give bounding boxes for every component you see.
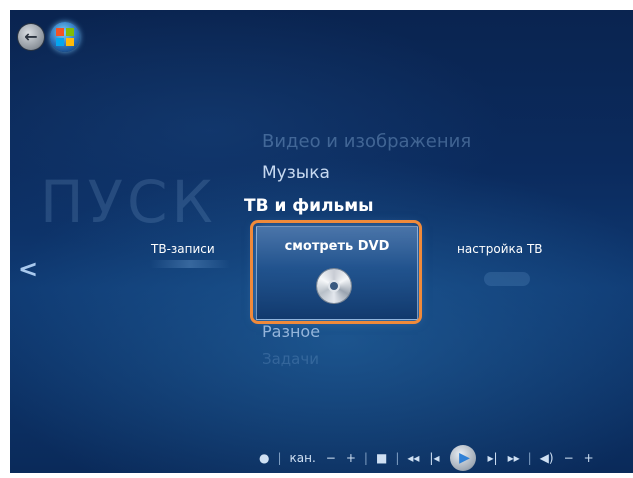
play-icon: ▶ xyxy=(459,450,470,466)
menu-item-tasks[interactable]: Задачи xyxy=(262,350,319,368)
chevron-left-icon: < xyxy=(18,255,39,283)
play-button[interactable]: ▶ xyxy=(450,445,477,471)
volume-up-button[interactable]: + xyxy=(584,451,594,465)
separator: | xyxy=(363,451,368,465)
start-orb-button[interactable] xyxy=(50,22,80,52)
start-section-label: ПУСК xyxy=(40,168,217,236)
channel-label: кан. xyxy=(289,451,316,465)
menu-item-tv-movies[interactable]: ТВ и фильмы xyxy=(244,196,374,216)
channel-up-button[interactable]: + xyxy=(346,451,356,465)
separator: | xyxy=(395,451,400,465)
rewind-button[interactable]: ◂◂ xyxy=(407,451,419,465)
volume-down-button[interactable]: − xyxy=(564,451,574,465)
separator: | xyxy=(527,451,532,465)
menu-item-tv-setup[interactable]: настройка ТВ xyxy=(457,242,543,256)
selection-highlight xyxy=(250,220,422,324)
next-button[interactable]: ▸| xyxy=(487,451,497,465)
menu-item-tv-recordings[interactable]: ТВ-записи xyxy=(151,242,215,256)
windows-logo-icon xyxy=(56,28,74,46)
previous-button[interactable]: |◂ xyxy=(429,451,439,465)
tv-recordings-thumbnail xyxy=(150,260,230,268)
stop-button[interactable]: ■ xyxy=(376,451,387,465)
scroll-left-button[interactable]: < xyxy=(18,255,38,283)
menu-item-music[interactable]: Музыка xyxy=(262,163,330,183)
channel-down-button[interactable]: − xyxy=(326,451,336,465)
transport-controls: ● | кан. − + | ■ | ◂◂ |◂ ▶ ▸| ▸▸ | ◀) − … xyxy=(254,445,599,471)
back-button[interactable]: ← xyxy=(18,24,44,50)
back-arrow-icon: ← xyxy=(24,27,38,46)
fast-forward-button[interactable]: ▸▸ xyxy=(508,451,520,465)
menu-item-misc[interactable]: Разное xyxy=(262,322,320,341)
mute-button[interactable]: ◀) xyxy=(540,451,554,465)
separator: | xyxy=(277,451,282,465)
record-button[interactable]: ● xyxy=(259,451,269,465)
menu-item-video-images[interactable]: Видео и изображения xyxy=(262,131,471,152)
media-center-screen: ← ПУСК Видео и изображения Музыка ТВ и ф… xyxy=(10,10,633,473)
tv-setup-thumbnail xyxy=(484,272,530,286)
